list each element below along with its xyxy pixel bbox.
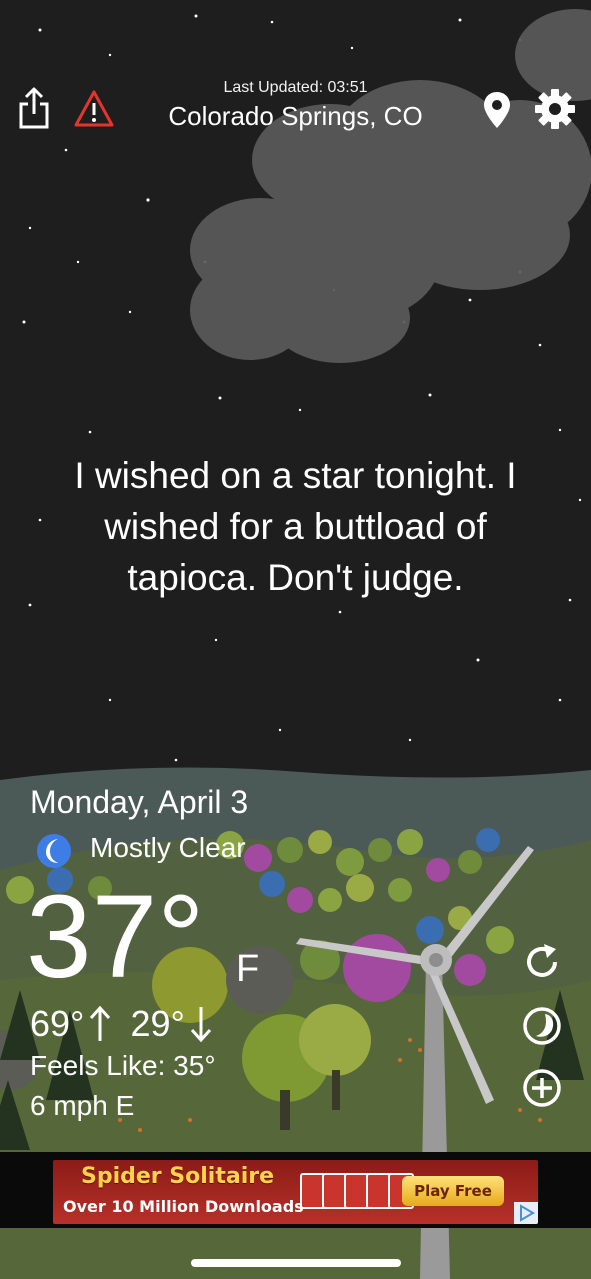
forecast-date: Monday, April 3	[30, 784, 249, 820]
location-pin-icon	[484, 92, 510, 128]
radar-button[interactable]	[520, 1004, 564, 1048]
condition-text: Mostly Clear	[90, 832, 246, 863]
current-temperature: 37°	[26, 871, 205, 1003]
quote-line: tapioca. Don't judge.	[127, 557, 464, 598]
arrow-up-icon	[90, 1005, 111, 1041]
weather-quote: I wished on a star tonight. I wished for…	[30, 450, 561, 603]
quote-line: I wished on a star tonight. I	[74, 455, 517, 496]
quote-line: wished for a buttload of	[104, 506, 487, 547]
low-temperature: 29°	[130, 1003, 185, 1044]
ad-choices-badge[interactable]	[514, 1202, 538, 1224]
ad-choices-icon	[520, 1204, 535, 1222]
wind-speed: 6 mph E	[30, 1090, 135, 1121]
radar-icon	[523, 1007, 561, 1045]
play-free-button[interactable]: Play Free	[402, 1176, 504, 1206]
refresh-button[interactable]	[520, 940, 564, 984]
high-temperature: 69°	[30, 1003, 85, 1044]
ad-banner[interactable]: Spider Solitaire Over 10 Million Downloa…	[53, 1160, 538, 1224]
high-low-temperatures: 69° 29°	[30, 1003, 213, 1045]
ad-subtitle: Over 10 Million Downloads	[63, 1197, 304, 1216]
add-location-button[interactable]	[520, 1066, 564, 1110]
settings-button[interactable]	[532, 86, 578, 132]
add-icon	[523, 1069, 561, 1107]
moon-icon	[37, 834, 71, 868]
gear-icon	[535, 89, 575, 129]
weather-scene-background	[0, 0, 591, 1279]
ad-title: Spider Solitaire	[81, 1164, 275, 1189]
home-indicator[interactable]	[191, 1259, 401, 1267]
temperature-unit[interactable]: F	[236, 948, 259, 991]
feels-like: Feels Like: 35°	[30, 1050, 216, 1081]
locations-button[interactable]	[480, 88, 514, 132]
arrow-down-icon	[190, 1007, 212, 1043]
refresh-icon	[527, 944, 557, 977]
